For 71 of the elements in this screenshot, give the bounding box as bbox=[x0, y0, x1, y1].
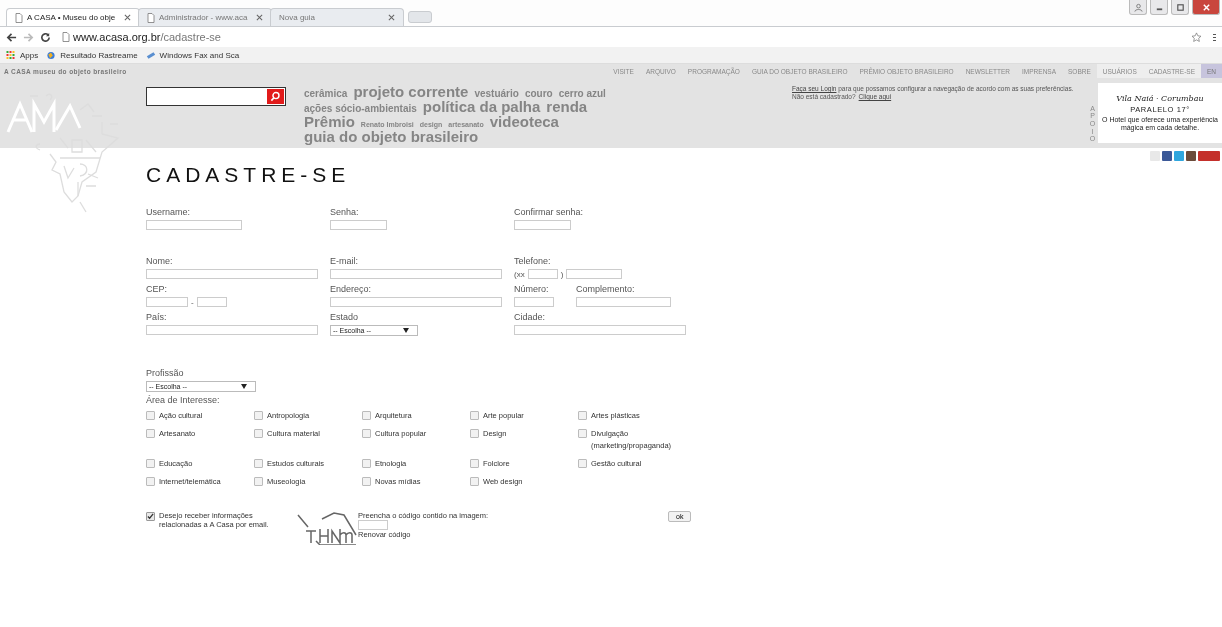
input-field[interactable] bbox=[196, 297, 227, 307]
youtube-icon[interactable] bbox=[1198, 151, 1220, 161]
section-label: Área de Interesse: bbox=[146, 395, 221, 405]
star-icon[interactable] bbox=[1191, 31, 1202, 43]
area-code-suffix: ) bbox=[560, 269, 564, 279]
input-field[interactable] bbox=[330, 220, 387, 230]
field-label: Estado bbox=[330, 312, 360, 322]
apps-grid-icon bbox=[6, 50, 16, 60]
back-arrow-icon[interactable] bbox=[6, 31, 17, 43]
field-label: Número: bbox=[514, 284, 550, 294]
browser-tab[interactable]: Administrador - www.aca bbox=[138, 8, 272, 26]
new-tab-button[interactable] bbox=[408, 11, 432, 23]
field-label: CEP: bbox=[146, 284, 168, 294]
user-button[interactable] bbox=[1129, 0, 1147, 15]
area-code-field[interactable] bbox=[527, 269, 558, 279]
input-field[interactable] bbox=[146, 297, 188, 307]
maximize-icon bbox=[1175, 2, 1185, 12]
caret-icon bbox=[403, 328, 409, 333]
field-label: Endereço: bbox=[330, 284, 373, 294]
captcha-image bbox=[296, 511, 358, 546]
field-label: E-mail: bbox=[330, 256, 359, 266]
bookmark[interactable]: Resultado Rastreame bbox=[46, 50, 138, 60]
reload-icon[interactable] bbox=[40, 31, 51, 43]
caret-icon bbox=[241, 384, 247, 389]
close-icon[interactable] bbox=[256, 14, 263, 21]
input-field[interactable] bbox=[146, 269, 318, 279]
cep-separator: - bbox=[191, 297, 194, 307]
search-field[interactable] bbox=[146, 87, 286, 106]
document-icon bbox=[62, 32, 70, 42]
field-label: País: bbox=[146, 312, 168, 322]
document-icon bbox=[147, 12, 155, 23]
instagram-icon[interactable] bbox=[1186, 151, 1196, 161]
field-label: Profissão bbox=[146, 368, 185, 378]
phone-field[interactable] bbox=[566, 269, 623, 279]
input-field[interactable] bbox=[514, 325, 686, 335]
facebook-icon[interactable] bbox=[1162, 151, 1172, 161]
field-label: Cidade: bbox=[514, 312, 547, 322]
bookmark[interactable]: Windows Fax and Sca bbox=[145, 50, 240, 60]
page-title: CADASTRE-SE bbox=[146, 164, 352, 185]
input-field[interactable] bbox=[146, 325, 318, 335]
input-field[interactable] bbox=[330, 297, 502, 307]
close-icon bbox=[1201, 2, 1211, 12]
globe-icon bbox=[46, 50, 57, 60]
input-field[interactable] bbox=[146, 220, 242, 230]
maximize-button[interactable] bbox=[1171, 0, 1189, 15]
field-label: Username: bbox=[146, 207, 191, 217]
area-code-prefix: (xx bbox=[514, 269, 525, 279]
close-icon[interactable] bbox=[124, 14, 131, 21]
browser-tab[interactable]: Nova guia bbox=[270, 8, 404, 26]
forward-arrow-icon[interactable] bbox=[23, 31, 34, 43]
field-label: Senha: bbox=[330, 207, 360, 217]
checkmark-icon bbox=[147, 513, 154, 521]
field-label: Nome: bbox=[146, 256, 174, 266]
captcha-field[interactable] bbox=[358, 520, 388, 531]
pen-icon bbox=[145, 50, 156, 60]
bookmark[interactable]: Apps bbox=[6, 50, 39, 60]
browser-tab[interactable]: A CASA • Museu do obje bbox=[6, 8, 140, 26]
document-icon bbox=[15, 12, 23, 23]
input-field[interactable] bbox=[514, 297, 554, 307]
input-field[interactable] bbox=[330, 269, 502, 279]
field-label: Complemento: bbox=[576, 284, 636, 294]
search-button[interactable] bbox=[267, 89, 284, 104]
field-label: Confirmar senha: bbox=[514, 207, 585, 217]
field-label: Telefone: bbox=[514, 256, 552, 266]
input-field[interactable] bbox=[514, 220, 571, 230]
input-field[interactable] bbox=[576, 297, 671, 307]
twitter-icon[interactable] bbox=[1174, 151, 1184, 161]
minimize-button[interactable] bbox=[1150, 0, 1168, 15]
close-icon[interactable] bbox=[388, 14, 395, 21]
close-button[interactable] bbox=[1192, 0, 1220, 15]
user-icon bbox=[1133, 2, 1143, 12]
